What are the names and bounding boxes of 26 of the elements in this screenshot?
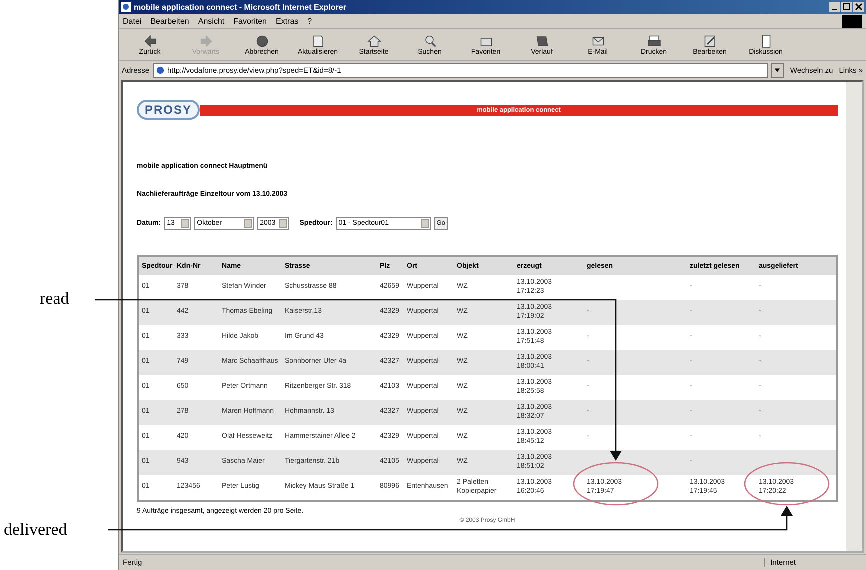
search-icon: [422, 34, 438, 48]
pencil-icon: [702, 34, 718, 48]
minimize-button[interactable]: [829, 2, 840, 12]
right-arrow-icon: [198, 34, 214, 48]
logo: PROSY: [137, 100, 200, 120]
printer-icon: [646, 34, 662, 48]
menu-item[interactable]: ?: [308, 16, 312, 26]
scrollbar[interactable]: [846, 82, 862, 551]
menu-item[interactable]: Ansicht: [198, 16, 225, 26]
dropdown-button[interactable]: [771, 62, 784, 78]
close-icon: [854, 3, 862, 11]
window-title: mobile application connect - Microsoft Internet Explorer: [134, 2, 348, 12]
menu-item[interactable]: Favoriten: [234, 16, 267, 26]
maximize-icon: [842, 3, 850, 11]
menu-item[interactable]: Datei: [123, 16, 142, 26]
stop-icon: [254, 34, 270, 48]
browser-icon: [121, 2, 131, 12]
close-button[interactable]: [853, 2, 864, 12]
left-arrow-icon: [142, 34, 158, 48]
page-icon: [156, 66, 165, 74]
menu-item[interactable]: Extras: [276, 16, 299, 26]
caret-icon: [774, 66, 782, 74]
home-icon: [366, 34, 382, 48]
menu-item[interactable]: Bearbeiten: [150, 16, 190, 26]
page-icon: [310, 34, 326, 48]
maximize-button[interactable]: [841, 2, 852, 12]
